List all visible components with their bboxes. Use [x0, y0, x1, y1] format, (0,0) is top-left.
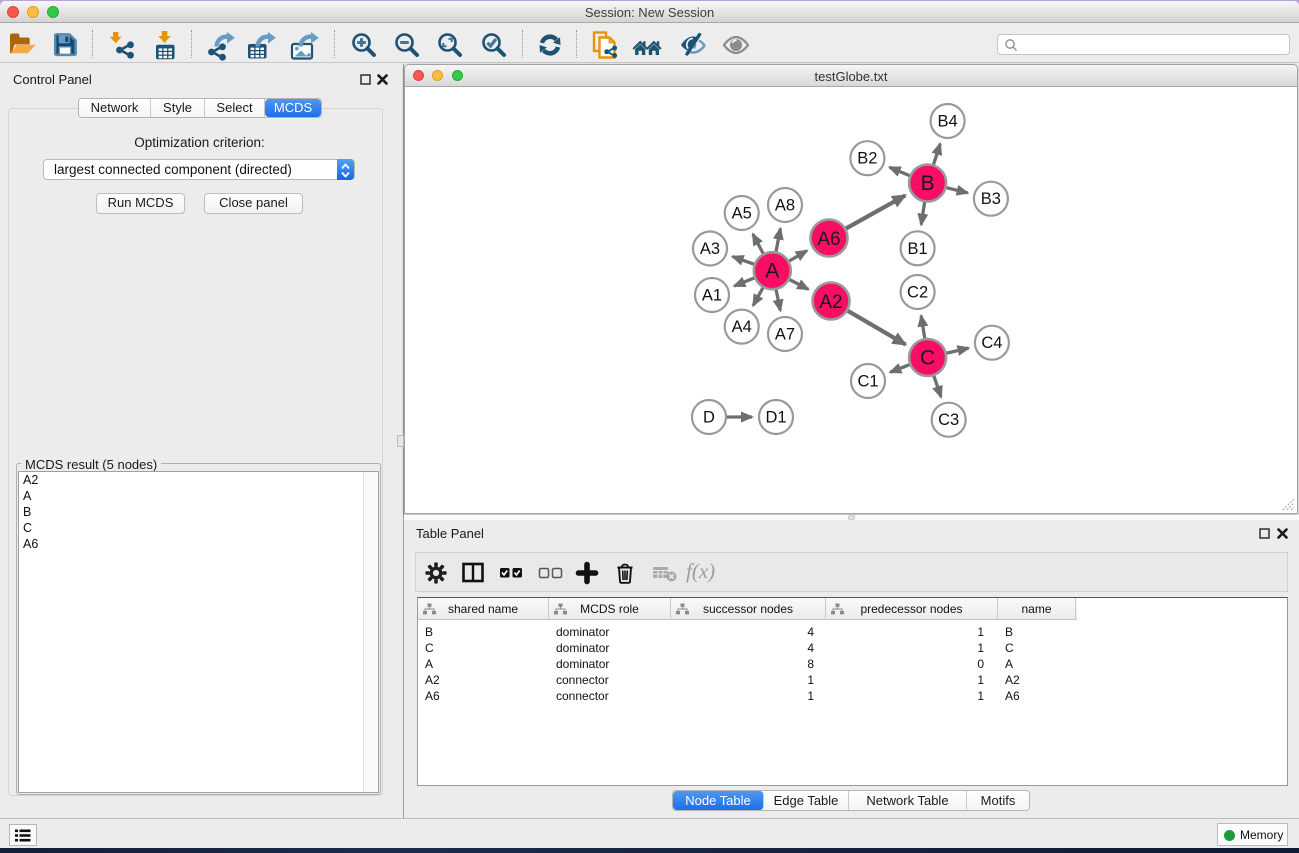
- svg-text:A8: A8: [775, 196, 795, 214]
- svg-text:C: C: [920, 346, 935, 369]
- svg-text:C1: C1: [857, 372, 878, 390]
- svg-text:A2: A2: [819, 292, 842, 313]
- svg-text:B3: B3: [981, 190, 1001, 208]
- svg-text:A3: A3: [700, 240, 720, 258]
- svg-text:C2: C2: [907, 283, 928, 301]
- svg-text:B: B: [921, 172, 935, 195]
- svg-text:A7: A7: [775, 325, 795, 343]
- svg-text:A: A: [765, 259, 779, 282]
- svg-text:A1: A1: [702, 286, 722, 304]
- svg-text:A5: A5: [732, 204, 752, 222]
- svg-text:C3: C3: [938, 411, 959, 429]
- svg-text:B2: B2: [857, 149, 877, 167]
- svg-text:B4: B4: [938, 112, 958, 130]
- svg-text:D1: D1: [765, 408, 786, 426]
- svg-text:A6: A6: [817, 229, 840, 250]
- svg-text:B1: B1: [908, 239, 928, 257]
- svg-text:A4: A4: [732, 318, 752, 336]
- svg-text:D: D: [703, 408, 715, 426]
- svg-text:C4: C4: [981, 334, 1002, 352]
